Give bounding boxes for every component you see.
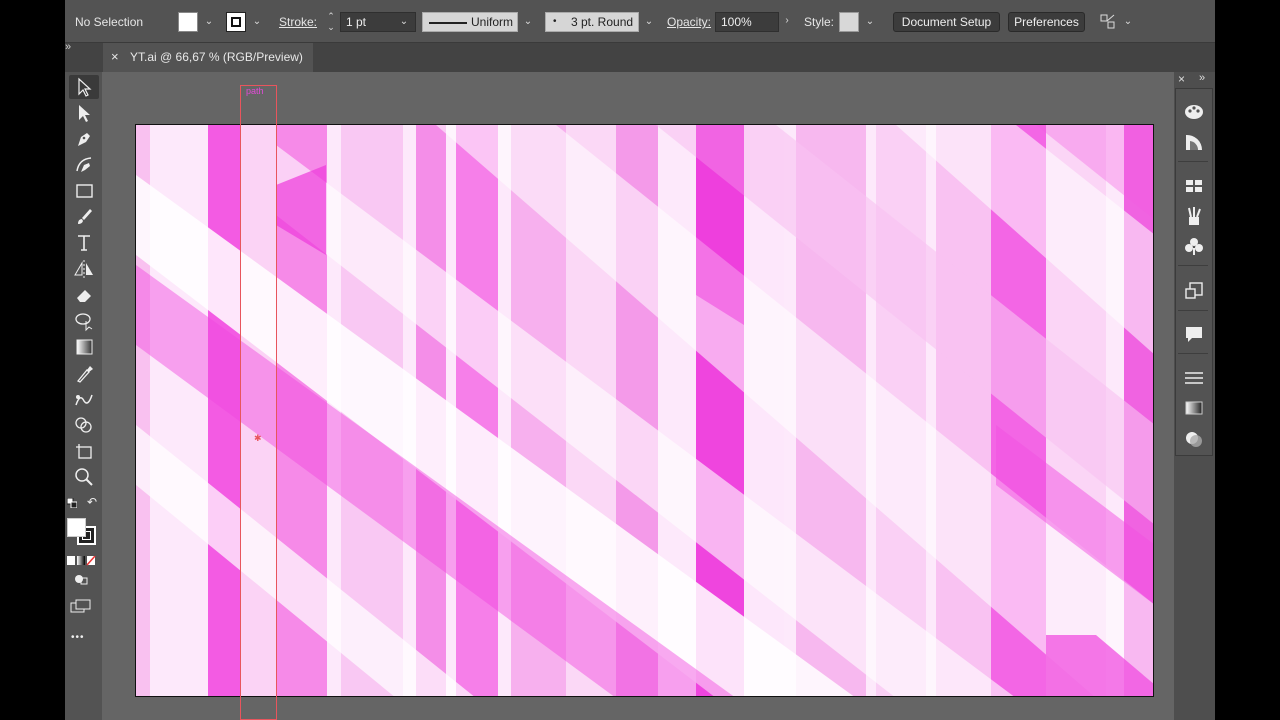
close-dock-icon[interactable]: × — [1178, 72, 1185, 86]
document-tab-title: YT.ai @ 66,67 % (RGB/Preview) — [130, 50, 303, 64]
artboard-tool-icon[interactable] — [69, 439, 99, 463]
fill-stroke-indicator[interactable] — [67, 518, 97, 546]
close-tab-icon[interactable]: × — [111, 49, 119, 64]
selected-path-outline[interactable] — [240, 85, 277, 720]
style-label: Style: — [804, 15, 835, 29]
profile-chevron-icon[interactable]: ⌄ — [522, 16, 534, 28]
lasso-tool-icon[interactable] — [69, 309, 99, 333]
type-tool-icon[interactable] — [69, 231, 99, 255]
smart-guide-label: path — [246, 86, 264, 96]
curvature-tool-icon[interactable] — [69, 153, 99, 177]
document-tab[interactable]: × YT.ai @ 66,67 % (RGB/Preview) — [103, 43, 313, 72]
reflect-tool-icon[interactable] — [69, 257, 99, 281]
stroke-stepper-down-icon[interactable]: ⌄ — [325, 21, 337, 33]
comments-icon[interactable] — [1183, 323, 1205, 345]
artboard[interactable] — [135, 124, 1154, 697]
eyedropper-tool-icon[interactable] — [69, 361, 99, 385]
shape-builder-tool-icon[interactable] — [69, 413, 99, 437]
stroke-weight-chevron-icon[interactable]: ⌄ — [398, 16, 410, 28]
variable-width-profile[interactable]: Uniform — [422, 12, 518, 32]
color-guide-icon[interactable] — [1183, 131, 1205, 153]
swatches-icon[interactable] — [1183, 175, 1205, 197]
blend-tool-icon[interactable] — [69, 387, 99, 411]
screen-margin-right — [1215, 0, 1280, 720]
brush-dot-icon: • — [553, 16, 557, 27]
direct-selection-tool-icon[interactable] — [69, 101, 99, 125]
tools-panel: ↶ ••• — [65, 72, 102, 720]
color-panel-icon[interactable] — [1183, 100, 1205, 122]
color-mode-buttons[interactable] — [67, 555, 97, 566]
path-anchor-point-icon: ✱ — [254, 433, 262, 443]
pen-tool-icon[interactable] — [69, 127, 99, 151]
selection-tool-icon[interactable] — [69, 75, 99, 99]
stroke-label[interactable]: Stroke: — [279, 15, 317, 29]
brushes-icon[interactable] — [1183, 205, 1205, 227]
fill-indicator[interactable] — [67, 518, 86, 537]
fill-swatch[interactable] — [178, 12, 198, 32]
stroke-dropdown-chevron-icon[interactable]: ⌄ — [251, 16, 263, 28]
screen-mode-icon[interactable] — [70, 599, 92, 613]
transparency-icon[interactable] — [1183, 428, 1205, 450]
brush-definition[interactable]: • 3 pt. Round — [545, 12, 639, 32]
swap-fill-stroke-icon[interactable]: ↶ — [87, 495, 97, 509]
paintbrush-tool-icon[interactable] — [69, 205, 99, 229]
style-chevron-icon[interactable]: ⌄ — [864, 16, 876, 28]
control-bar: No Selection ⌄ ⌄ Stroke: ⌃ ⌄ 1 pt ⌄ Unif… — [65, 0, 1215, 43]
pink-stripes-artwork — [136, 125, 1153, 696]
profile-label: Uniform — [471, 15, 514, 29]
fill-dropdown-chevron-icon[interactable]: ⌄ — [203, 16, 215, 28]
toolbar-collapse-icon[interactable]: » — [65, 41, 71, 53]
symbols-icon[interactable] — [1183, 235, 1205, 257]
brush-label: 3 pt. Round — [571, 15, 634, 29]
brush-chevron-icon[interactable]: ⌄ — [643, 16, 655, 28]
default-fill-stroke-icon[interactable] — [66, 497, 78, 509]
transform-icon[interactable] — [1183, 280, 1205, 302]
opacity-arrow-icon[interactable]: › — [781, 15, 793, 27]
opacity-field[interactable]: 100% — [715, 12, 779, 32]
arrange-documents-icon[interactable] — [1099, 13, 1117, 31]
rectangle-tool-icon[interactable] — [69, 179, 99, 203]
eraser-tool-icon[interactable] — [69, 283, 99, 307]
opacity-label[interactable]: Opacity: — [667, 15, 711, 29]
drawing-modes-icon[interactable] — [72, 572, 90, 586]
arrange-chevron-icon[interactable]: ⌄ — [1122, 16, 1134, 28]
zoom-tool-icon[interactable] — [69, 465, 99, 489]
selection-status: No Selection — [75, 15, 144, 29]
document-setup-button[interactable]: Document Setup — [893, 12, 1000, 32]
profile-line-icon — [429, 22, 467, 24]
gradient-icon[interactable] — [1183, 397, 1205, 419]
gradient-tool-icon[interactable] — [69, 335, 99, 359]
stroke-swatch[interactable] — [226, 12, 246, 32]
style-swatch[interactable] — [839, 12, 859, 32]
edit-toolbar-icon[interactable]: ••• — [71, 632, 85, 643]
preferences-button[interactable]: Preferences — [1008, 12, 1085, 32]
expand-dock-icon[interactable]: » — [1199, 72, 1205, 84]
align-icon[interactable] — [1183, 367, 1205, 389]
